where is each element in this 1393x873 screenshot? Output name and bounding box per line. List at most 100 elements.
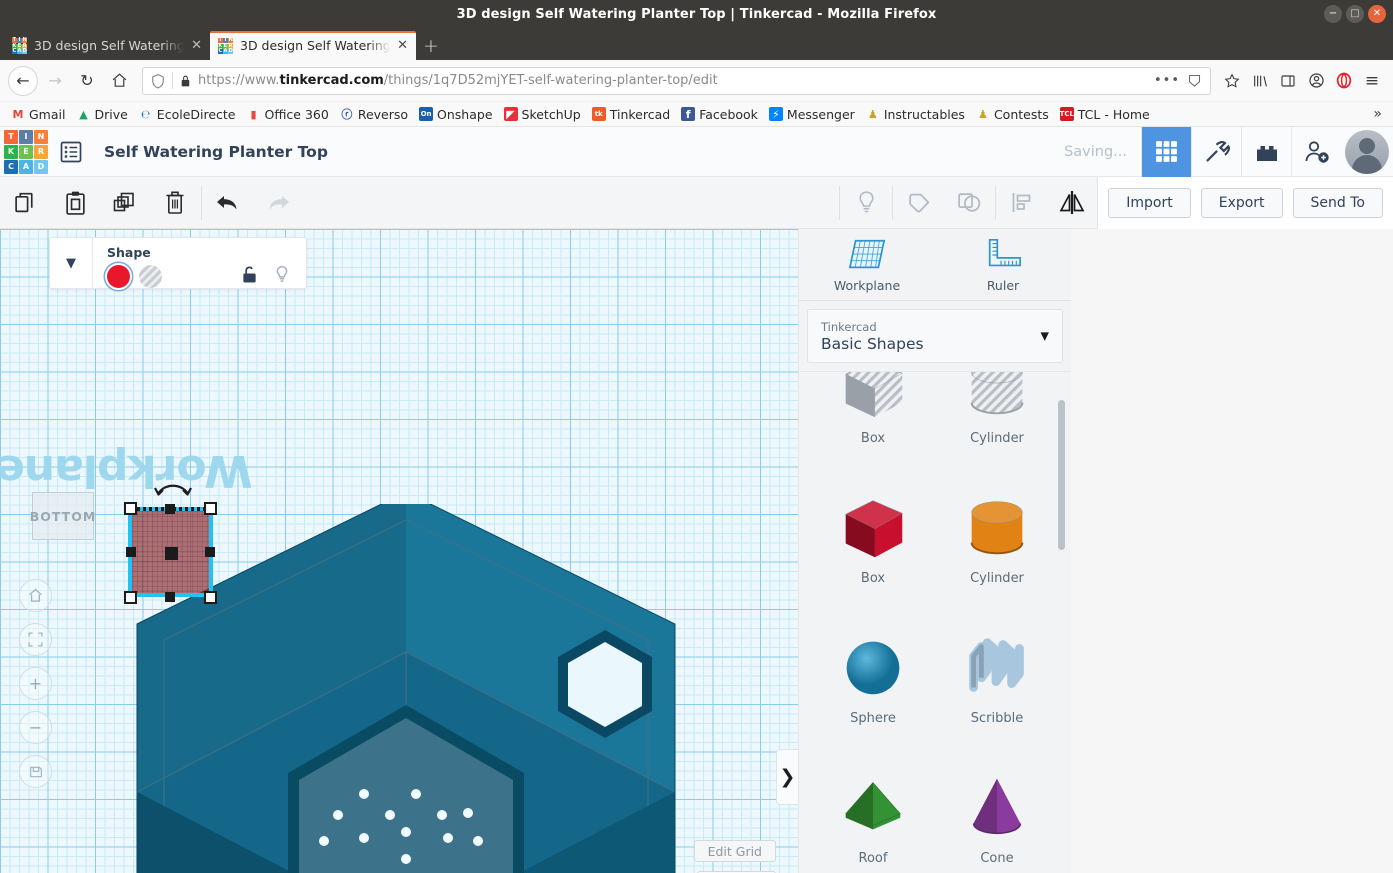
forward-icon[interactable]: → xyxy=(40,66,70,96)
reader-mode-icon[interactable] xyxy=(1187,73,1202,88)
shape-item-roof[interactable]: Roof xyxy=(811,746,935,873)
close-button[interactable]: ✕ xyxy=(1368,5,1386,23)
tab-close-icon[interactable]: ✕ xyxy=(191,38,202,53)
shapes-grid[interactable]: Box Cylinder Box Cylinder Sphere Scribble Roof… xyxy=(799,371,1071,873)
delete-icon[interactable] xyxy=(150,177,200,229)
bookmark-messenger[interactable]: ⚡ Messenger xyxy=(765,105,859,124)
shape-item-cylinder[interactable]: Cylinder xyxy=(935,466,1059,606)
send-to-button[interactable]: Send To xyxy=(1292,187,1383,218)
bookmark-star-icon[interactable] xyxy=(1219,68,1245,94)
resize-handle-left[interactable] xyxy=(126,547,136,557)
tinkercad-logo-icon[interactable]: TINKERCAD xyxy=(4,129,48,174)
view-cube[interactable]: BOTTOM xyxy=(30,492,95,540)
reload-icon[interactable]: ↻ xyxy=(72,66,102,96)
firefox-menu-icon[interactable]: ≡ xyxy=(1359,68,1385,94)
lightbulb-icon[interactable] xyxy=(274,265,290,288)
hole-swatch[interactable] xyxy=(139,264,162,288)
duplicate-icon[interactable] xyxy=(100,177,150,229)
bookmark-onshape[interactable]: On Onshape xyxy=(415,105,496,124)
bookmark-tcl-home[interactable]: TCL TCL - Home xyxy=(1056,105,1154,124)
shape-item-cone[interactable]: Cone xyxy=(935,746,1059,873)
tool-grid-view[interactable] xyxy=(1141,126,1191,177)
shape-library-select[interactable]: Tinkercad Basic Shapes ▼ xyxy=(807,309,1063,363)
unlock-icon[interactable] xyxy=(241,265,258,288)
resize-handle-tl[interactable] xyxy=(124,502,137,515)
avatar[interactable] xyxy=(1345,129,1389,174)
shapes-scrollbar[interactable] xyxy=(1058,400,1065,550)
tool-blocks[interactable] xyxy=(1241,126,1291,177)
bookmark-instructables[interactable]: ♟ Instructables xyxy=(862,105,969,124)
page-actions-icon[interactable]: ••• xyxy=(1154,73,1180,88)
bookmark-sketchup[interactable]: ◤ SketchUp xyxy=(500,105,585,124)
library-icon[interactable] xyxy=(1247,68,1273,94)
sidebar-icon[interactable] xyxy=(1275,68,1301,94)
resize-handle-br[interactable] xyxy=(204,591,217,604)
resize-handle-tr[interactable] xyxy=(204,502,217,515)
minimize-button[interactable]: − xyxy=(1324,5,1342,23)
group-icon[interactable] xyxy=(894,177,944,229)
mirror-icon[interactable] xyxy=(1047,177,1097,229)
bookmarks-overflow-icon[interactable]: » xyxy=(1373,106,1386,122)
copy-icon[interactable] xyxy=(0,177,50,229)
browser-tab-1[interactable]: TINKERCAD 3D design Self Watering ✕ xyxy=(4,31,210,60)
bookmark-contests[interactable]: ♟ Contests xyxy=(972,105,1053,124)
url-bar[interactable]: https://www.tinkercad.com/things/1q7D52m… xyxy=(142,66,1211,95)
back-icon[interactable]: ← xyxy=(8,65,38,96)
sidebar-item-workplane[interactable]: Workplane xyxy=(799,229,935,300)
sidebar-item-ruler[interactable]: Ruler xyxy=(935,229,1071,300)
zoom-out-icon[interactable]: − xyxy=(19,711,52,744)
shape-item-box-hole[interactable]: Box xyxy=(811,372,935,466)
bookmark-favicon-icon: ⓡ xyxy=(341,108,353,121)
export-button[interactable]: Export xyxy=(1200,187,1283,218)
redo-icon[interactable] xyxy=(253,177,303,229)
url-scheme: https://www. xyxy=(198,73,280,88)
resize-handle-bottom[interactable] xyxy=(165,592,175,602)
shape-item-sphere[interactable]: Sphere xyxy=(811,606,935,746)
ungroup-icon[interactable] xyxy=(944,177,994,229)
opera-extension-icon[interactable] xyxy=(1331,68,1357,94)
undo-icon[interactable] xyxy=(203,177,253,229)
selected-shape-box[interactable] xyxy=(124,502,217,604)
design-list-icon[interactable] xyxy=(48,127,94,177)
maximize-button[interactable]: □ xyxy=(1346,5,1364,23)
bookmark-facebook[interactable]: f Facebook xyxy=(677,105,762,124)
bookmark-tinkercad[interactable]: tk Tinkercad xyxy=(588,105,674,124)
shape-panel-collapse-icon[interactable]: ▼ xyxy=(50,256,92,271)
home-icon[interactable] xyxy=(104,66,134,96)
browser-tab-2[interactable]: TINKERCAD 3D design Self Watering ✕ xyxy=(210,31,416,60)
toggle-perspective-icon[interactable] xyxy=(19,755,52,788)
edit-grid-button[interactable]: Edit Grid xyxy=(693,840,776,862)
bookmark-favicon-icon: ◤ xyxy=(503,107,518,121)
bookmark-office-360[interactable]: ▮ Office 360 xyxy=(243,105,333,124)
zoom-in-icon[interactable]: + xyxy=(19,667,52,700)
new-tab-button[interactable]: + xyxy=(416,31,446,60)
import-button[interactable]: Import xyxy=(1108,187,1191,218)
shape-item-cylinder-hole[interactable]: Cylinder xyxy=(935,372,1059,466)
align-icon[interactable] xyxy=(997,177,1047,229)
project-title[interactable]: Self Watering Planter Top xyxy=(94,143,328,161)
tool-invite-person[interactable] xyxy=(1291,126,1341,177)
resize-handle-bl[interactable] xyxy=(124,591,137,604)
bookmark-drive[interactable]: ▲ Drive xyxy=(72,105,131,124)
bookmark-gmail[interactable]: M Gmail xyxy=(7,105,69,124)
shape-panel-row xyxy=(107,264,294,288)
light-icon[interactable] xyxy=(841,177,891,229)
height-handle-center[interactable] xyxy=(165,547,178,560)
tool-codeblocks[interactable] xyxy=(1191,126,1241,177)
fit-to-view-icon[interactable] xyxy=(19,623,52,656)
panel-collapse-chevron-icon[interactable]: ❯ xyxy=(776,749,798,805)
3d-canvas[interactable]: Workplane BOTTOM + − ▼ Shape ❯ Edit Grid xyxy=(0,229,798,873)
bookmark-label: Tinkercad xyxy=(609,106,671,122)
bookmark-reverso[interactable]: ⓡ Reverso xyxy=(336,105,412,124)
home-view-icon[interactable] xyxy=(19,579,52,612)
solid-color-swatch[interactable] xyxy=(107,264,130,288)
resize-handle-top[interactable] xyxy=(165,504,175,514)
paste-icon[interactable] xyxy=(50,177,100,229)
shape-item-scribble[interactable]: Scribble xyxy=(935,606,1059,746)
account-icon[interactable] xyxy=(1303,68,1329,94)
bookmark-ecoledirecte[interactable]: ℮ EcoleDirecte xyxy=(135,105,240,124)
resize-handle-right[interactable] xyxy=(205,547,215,557)
tab-close-icon[interactable]: ✕ xyxy=(397,38,408,53)
rotate-arrow-icon[interactable] xyxy=(152,479,194,506)
shape-item-box[interactable]: Box xyxy=(811,466,935,606)
